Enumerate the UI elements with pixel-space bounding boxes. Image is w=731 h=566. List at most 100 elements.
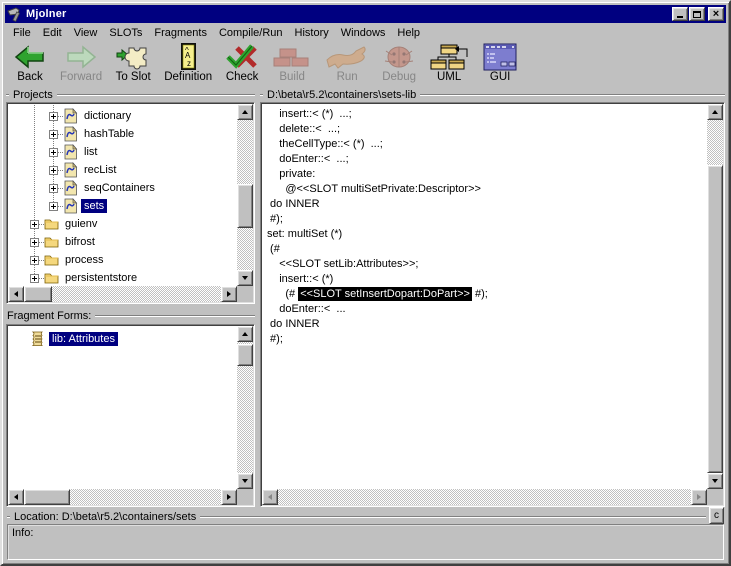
expand-plus-icon[interactable] (30, 274, 39, 283)
expand-plus-icon[interactable] (49, 130, 58, 139)
folder-icon (44, 234, 59, 250)
tree-item-sets[interactable]: sets (9, 197, 236, 215)
projects-tree-scroll-thumb[interactable] (237, 184, 253, 228)
menu-view[interactable]: View (68, 25, 104, 41)
code-line: private: (267, 167, 706, 182)
menu-help[interactable]: Help (391, 25, 426, 41)
tree-item-reclist[interactable]: recList (9, 161, 236, 179)
toolbar-debug-button: Debug (380, 42, 418, 84)
expand-plus-icon[interactable] (30, 238, 39, 247)
projects-tree-vertical-scrollbar[interactable] (237, 104, 253, 286)
menu-file[interactable]: File (7, 25, 37, 41)
fragment-forms-scroll-up-button[interactable] (237, 326, 253, 342)
back-arrow-icon (13, 42, 47, 71)
arrow-right-icon (227, 494, 231, 500)
editor-scroll-thumb[interactable] (707, 165, 723, 473)
tree-item-label: process (62, 253, 107, 267)
menu-windows[interactable]: Windows (335, 25, 392, 41)
fragment-form-item-lib-attributes[interactable]: lib: Attributes (9, 330, 236, 348)
editor-scroll-left-button[interactable] (262, 489, 278, 505)
code-line: <<SLOT setLib:Attributes>>; (267, 257, 706, 272)
toolbar-back-button[interactable]: Back (11, 42, 49, 84)
location-row: Location: D:\beta\r5.2\containers/sets c (7, 510, 724, 523)
tree-item-guienv[interactable]: guienv (9, 215, 236, 233)
code-editor[interactable]: insert::< (*) ...; delete::< ...; theCel… (260, 102, 725, 507)
toolbar-uml-button[interactable]: UML (427, 42, 471, 84)
toolbar-gui-button[interactable]: GUI (480, 42, 520, 84)
projects-tree-scroll-up-button[interactable] (237, 104, 253, 120)
menu-compile-run[interactable]: Compile/Run (213, 25, 289, 41)
fragment-forms-scroll-left-button[interactable] (8, 489, 24, 505)
tree-item-label: sets (81, 199, 107, 213)
projects-tree-scroll-right-button[interactable] (221, 286, 237, 302)
collapse-button[interactable]: c (709, 507, 724, 524)
tree-item-label: seqContainers (81, 181, 158, 195)
code-line: do INNER (267, 197, 706, 212)
toolbar-label: To Slot (116, 71, 151, 84)
tree-item-persistentstore[interactable]: persistentstore (9, 269, 236, 285)
toolbar-check-button[interactable]: Check (223, 42, 261, 84)
code-text: private: (267, 168, 315, 180)
editor-scroll-up-button[interactable] (707, 104, 723, 120)
fragment-forms-scroll-down-button[interactable] (237, 473, 253, 489)
arrow-down-icon (242, 276, 248, 280)
hammer-icon (7, 7, 23, 22)
fragment-forms-scroll-thumb[interactable] (237, 344, 253, 366)
beta-fragment-icon (63, 144, 78, 160)
fragment-forms-scroll-thumb-horizontal[interactable] (24, 489, 70, 505)
code-line: #); (267, 332, 706, 347)
window-title: Mjolner (26, 8, 671, 20)
menu-bar: FileEditViewSLOTsFragmentsCompile/RunHis… (5, 23, 726, 41)
editor-horizontal-scrollbar[interactable] (262, 489, 707, 505)
fragment-forms-vertical-scrollbar[interactable] (237, 326, 253, 489)
code-text: doEnter::< ... (267, 303, 346, 315)
fragment-forms-box: lib: Attributes (6, 324, 255, 507)
projects-tree-scroll-down-button[interactable] (237, 270, 253, 286)
status-area: Location: D:\beta\r5.2\containers/sets c… (5, 507, 726, 561)
tree-item-label: guienv (62, 217, 100, 231)
maximize-button[interactable] (689, 7, 705, 21)
tree-item-label: persistentstore (62, 271, 140, 285)
expand-plus-icon[interactable] (49, 166, 58, 175)
toolbar-label: Forward (60, 71, 102, 84)
fragment-forms-scroll-right-button[interactable] (221, 489, 237, 505)
close-button[interactable]: × (708, 7, 724, 21)
menu-edit[interactable]: Edit (37, 25, 68, 41)
tree-item-list[interactable]: list (9, 143, 236, 161)
expand-plus-icon[interactable] (49, 184, 58, 193)
editor-content: insert::< (*) ...; delete::< ...; theCel… (267, 107, 706, 488)
fragment-forms-horizontal-scrollbar[interactable] (8, 489, 237, 505)
tree-item-hashtable[interactable]: hashTable (9, 125, 236, 143)
beta-fragment-icon (63, 108, 78, 124)
menu-fragments[interactable]: Fragments (148, 25, 213, 41)
fragment-form-label: lib: Attributes (49, 332, 118, 346)
editor-scroll-right-button[interactable] (691, 489, 707, 505)
toolbar-label: Run (337, 71, 358, 84)
projects-group-label: Projects (6, 88, 255, 101)
expand-plus-icon[interactable] (49, 112, 58, 121)
tree-item-bifrost[interactable]: bifrost (9, 233, 236, 251)
projects-tree-horizontal-scrollbar[interactable] (8, 286, 237, 302)
expand-plus-icon[interactable] (49, 202, 58, 211)
projects-tree-scroll-thumb-horizontal[interactable] (24, 286, 52, 302)
projects-label: Projects (12, 89, 54, 101)
right-column: D:\beta\r5.2\containers\sets-lib insert:… (260, 88, 725, 507)
expand-plus-icon[interactable] (49, 148, 58, 157)
toolbar-to-slot-button[interactable]: To Slot (113, 42, 153, 84)
maximize-icon (693, 11, 701, 18)
expand-plus-icon[interactable] (30, 220, 39, 229)
expand-plus-icon[interactable] (30, 256, 39, 265)
projects-tree-scroll-left-button[interactable] (8, 286, 24, 302)
title-bar[interactable]: Mjolner × (5, 5, 726, 23)
menu-slots[interactable]: SLOTs (103, 25, 148, 41)
tree-item-dictionary[interactable]: dictionary (9, 107, 236, 125)
tree-item-label: recList (81, 163, 119, 177)
editor-scroll-down-button[interactable] (707, 473, 723, 489)
minimize-button[interactable] (672, 7, 688, 21)
arrow-right-icon (227, 291, 231, 297)
toolbar-definition-button[interactable]: ^AzDefinition (162, 42, 214, 84)
tree-item-process[interactable]: process (9, 251, 236, 269)
tree-item-seqcontainers[interactable]: seqContainers (9, 179, 236, 197)
editor-vertical-scrollbar[interactable] (707, 104, 723, 489)
menu-history[interactable]: History (289, 25, 335, 41)
